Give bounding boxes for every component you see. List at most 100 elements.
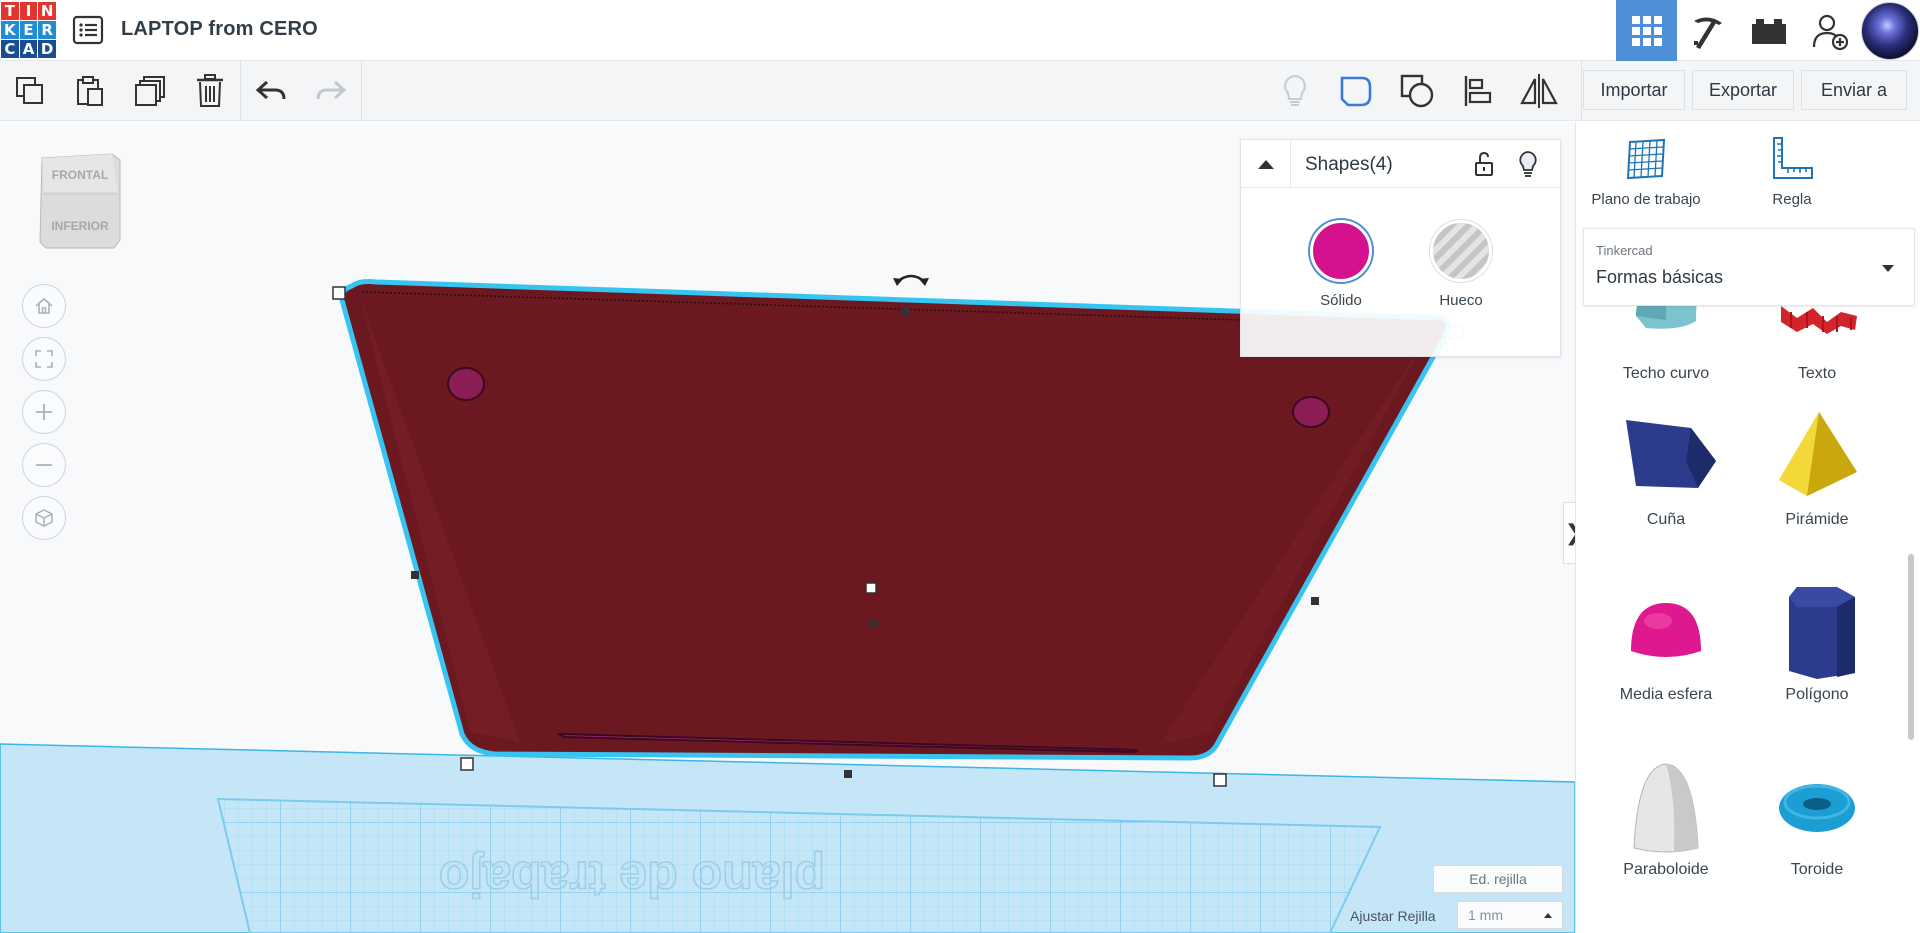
bricks-button[interactable] xyxy=(1738,0,1799,61)
workplane-icon xyxy=(1626,138,1666,180)
solid-color-swatch[interactable] xyxy=(1310,220,1372,282)
3d-view-button[interactable] xyxy=(1616,0,1677,61)
top-bar: T I N K E R C A D LAPTOP from CERO xyxy=(0,0,1920,61)
codeblocks-button[interactable] xyxy=(1677,0,1738,61)
edge-handle[interactable] xyxy=(844,770,852,778)
shape-label: Paraboloide xyxy=(1623,861,1709,878)
import-button[interactable]: Importar xyxy=(1583,70,1685,110)
ruler-tool[interactable]: Regla xyxy=(1722,136,1862,208)
shape-item-half-sphere[interactable]: Media esfera xyxy=(1591,581,1741,704)
zoom-in-button[interactable] xyxy=(22,390,66,434)
resize-handle[interactable] xyxy=(460,757,474,771)
height-handle[interactable] xyxy=(865,582,877,594)
delete-button[interactable] xyxy=(180,61,240,121)
design-title[interactable]: LAPTOP from CERO xyxy=(121,18,318,41)
curved-roof-icon xyxy=(1636,306,1697,329)
ungroup-button[interactable] xyxy=(1386,61,1447,121)
edit-toolbar: Importar Exportar Enviar a xyxy=(0,61,1920,121)
paste-button[interactable] xyxy=(60,61,120,121)
viewcube-bottom-label[interactable]: INFERIOR xyxy=(51,219,109,233)
undo-icon xyxy=(255,80,286,100)
shapes-sidebar: Plano de trabajo Regla Tinkercad Formas … xyxy=(1575,122,1920,933)
lock-button[interactable] xyxy=(1474,151,1494,181)
edge-handle[interactable] xyxy=(1311,597,1319,605)
logo-letter: N xyxy=(38,2,56,20)
send-to-button[interactable]: Enviar a xyxy=(1801,70,1907,110)
hole-swatch[interactable] xyxy=(1430,220,1492,282)
mirror-button[interactable] xyxy=(1508,61,1569,121)
fit-view-button[interactable] xyxy=(22,337,66,381)
home-icon xyxy=(35,297,53,314)
duplicate-icon xyxy=(135,76,165,106)
top-right-buttons xyxy=(1616,0,1920,61)
resize-handle[interactable] xyxy=(1213,773,1227,787)
rubber-foot[interactable] xyxy=(1292,396,1330,428)
design-list-icon[interactable] xyxy=(72,15,104,45)
edge-handle[interactable] xyxy=(902,308,910,316)
snap-grid-value: 1 mm xyxy=(1468,907,1503,923)
solid-label: Sólido xyxy=(1320,292,1362,309)
copy-button[interactable] xyxy=(0,61,60,121)
shape-label: Polígono xyxy=(1785,686,1849,703)
export-button[interactable]: Exportar xyxy=(1692,70,1794,110)
invite-user-button[interactable] xyxy=(1799,0,1860,61)
shape-item-text[interactable]: Texto xyxy=(1742,306,1892,383)
logo-letter: R xyxy=(38,21,56,39)
resize-handle[interactable] xyxy=(332,286,346,300)
hole-option[interactable]: Hueco xyxy=(1421,220,1501,309)
group-shape-icon xyxy=(1340,76,1371,107)
redo-button[interactable] xyxy=(301,61,361,121)
sidebar-scrollbar[interactable] xyxy=(1908,554,1914,740)
pickaxe-icon xyxy=(1693,16,1722,49)
duplicate-button[interactable] xyxy=(120,61,180,121)
logo-letter: A xyxy=(19,40,38,58)
shape-item-torus[interactable]: Toroide xyxy=(1742,756,1892,879)
hide-shape-button[interactable] xyxy=(1517,151,1539,182)
logo-letter: T xyxy=(1,2,19,20)
logo-letter: C xyxy=(1,40,19,58)
group-button[interactable] xyxy=(1325,61,1386,121)
trash-icon xyxy=(197,74,223,107)
shape-item-curved-roof[interactable]: Techo curvo xyxy=(1591,306,1741,383)
collapse-panel-button[interactable] xyxy=(1241,140,1291,188)
shape-label: Pirámide xyxy=(1785,511,1849,528)
tinkercad-logo[interactable]: T I N K E R C A D xyxy=(1,2,56,58)
home-view-button[interactable] xyxy=(22,284,66,328)
lightbulb-icon xyxy=(1519,151,1537,177)
grid-view-icon xyxy=(1631,15,1662,46)
shape-label: Toroide xyxy=(1790,861,1844,878)
align-button[interactable] xyxy=(1447,61,1508,121)
view-cube[interactable]: FRONTAL INFERIOR xyxy=(38,152,124,252)
edit-grid-button[interactable]: Ed. rejilla xyxy=(1433,865,1563,893)
center-handle[interactable] xyxy=(870,620,878,628)
solid-option[interactable]: Sólido xyxy=(1301,220,1381,309)
chevron-down-icon xyxy=(1882,265,1894,272)
logo-letter: E xyxy=(19,21,38,39)
ortho-view-button[interactable] xyxy=(22,496,66,540)
shape-item-polygon[interactable]: Polígono xyxy=(1742,581,1892,704)
shape-library-select[interactable]: Tinkercad Formas básicas xyxy=(1583,228,1915,306)
shape-item-pyramid[interactable]: Pirámide xyxy=(1742,406,1892,529)
library-name: Formas básicas xyxy=(1596,267,1724,287)
rotate-handle-icon[interactable] xyxy=(893,274,929,286)
copy-icon xyxy=(16,77,43,104)
chevron-up-icon xyxy=(1257,160,1274,169)
shape-label: Texto xyxy=(1797,365,1837,382)
logo-letter: I xyxy=(19,2,38,20)
snap-grid-select[interactable]: 1 mm xyxy=(1457,901,1563,929)
3d-workspace[interactable]: plano de trabajo FRONTAL INFERIOR Shapes… xyxy=(0,122,1575,933)
show-hidden-button[interactable] xyxy=(1264,61,1325,121)
workplane-tool[interactable]: Plano de trabajo xyxy=(1576,136,1716,208)
user-menu-button[interactable] xyxy=(1860,0,1920,61)
rubber-foot[interactable] xyxy=(447,367,485,401)
edge-handle[interactable] xyxy=(411,571,419,579)
logo-letter: K xyxy=(1,21,19,39)
shape-item-paraboloid[interactable]: Paraboloide xyxy=(1591,756,1741,879)
zoom-out-button[interactable] xyxy=(22,443,66,487)
half-sphere-icon xyxy=(1631,603,1701,657)
undo-button[interactable] xyxy=(241,61,301,121)
shape-label: Cuña xyxy=(1646,511,1686,528)
workplane-watermark: plano de trabajo xyxy=(439,851,825,907)
shape-item-wedge[interactable]: Cuña xyxy=(1591,406,1741,529)
viewcube-front-label[interactable]: FRONTAL xyxy=(52,168,108,182)
